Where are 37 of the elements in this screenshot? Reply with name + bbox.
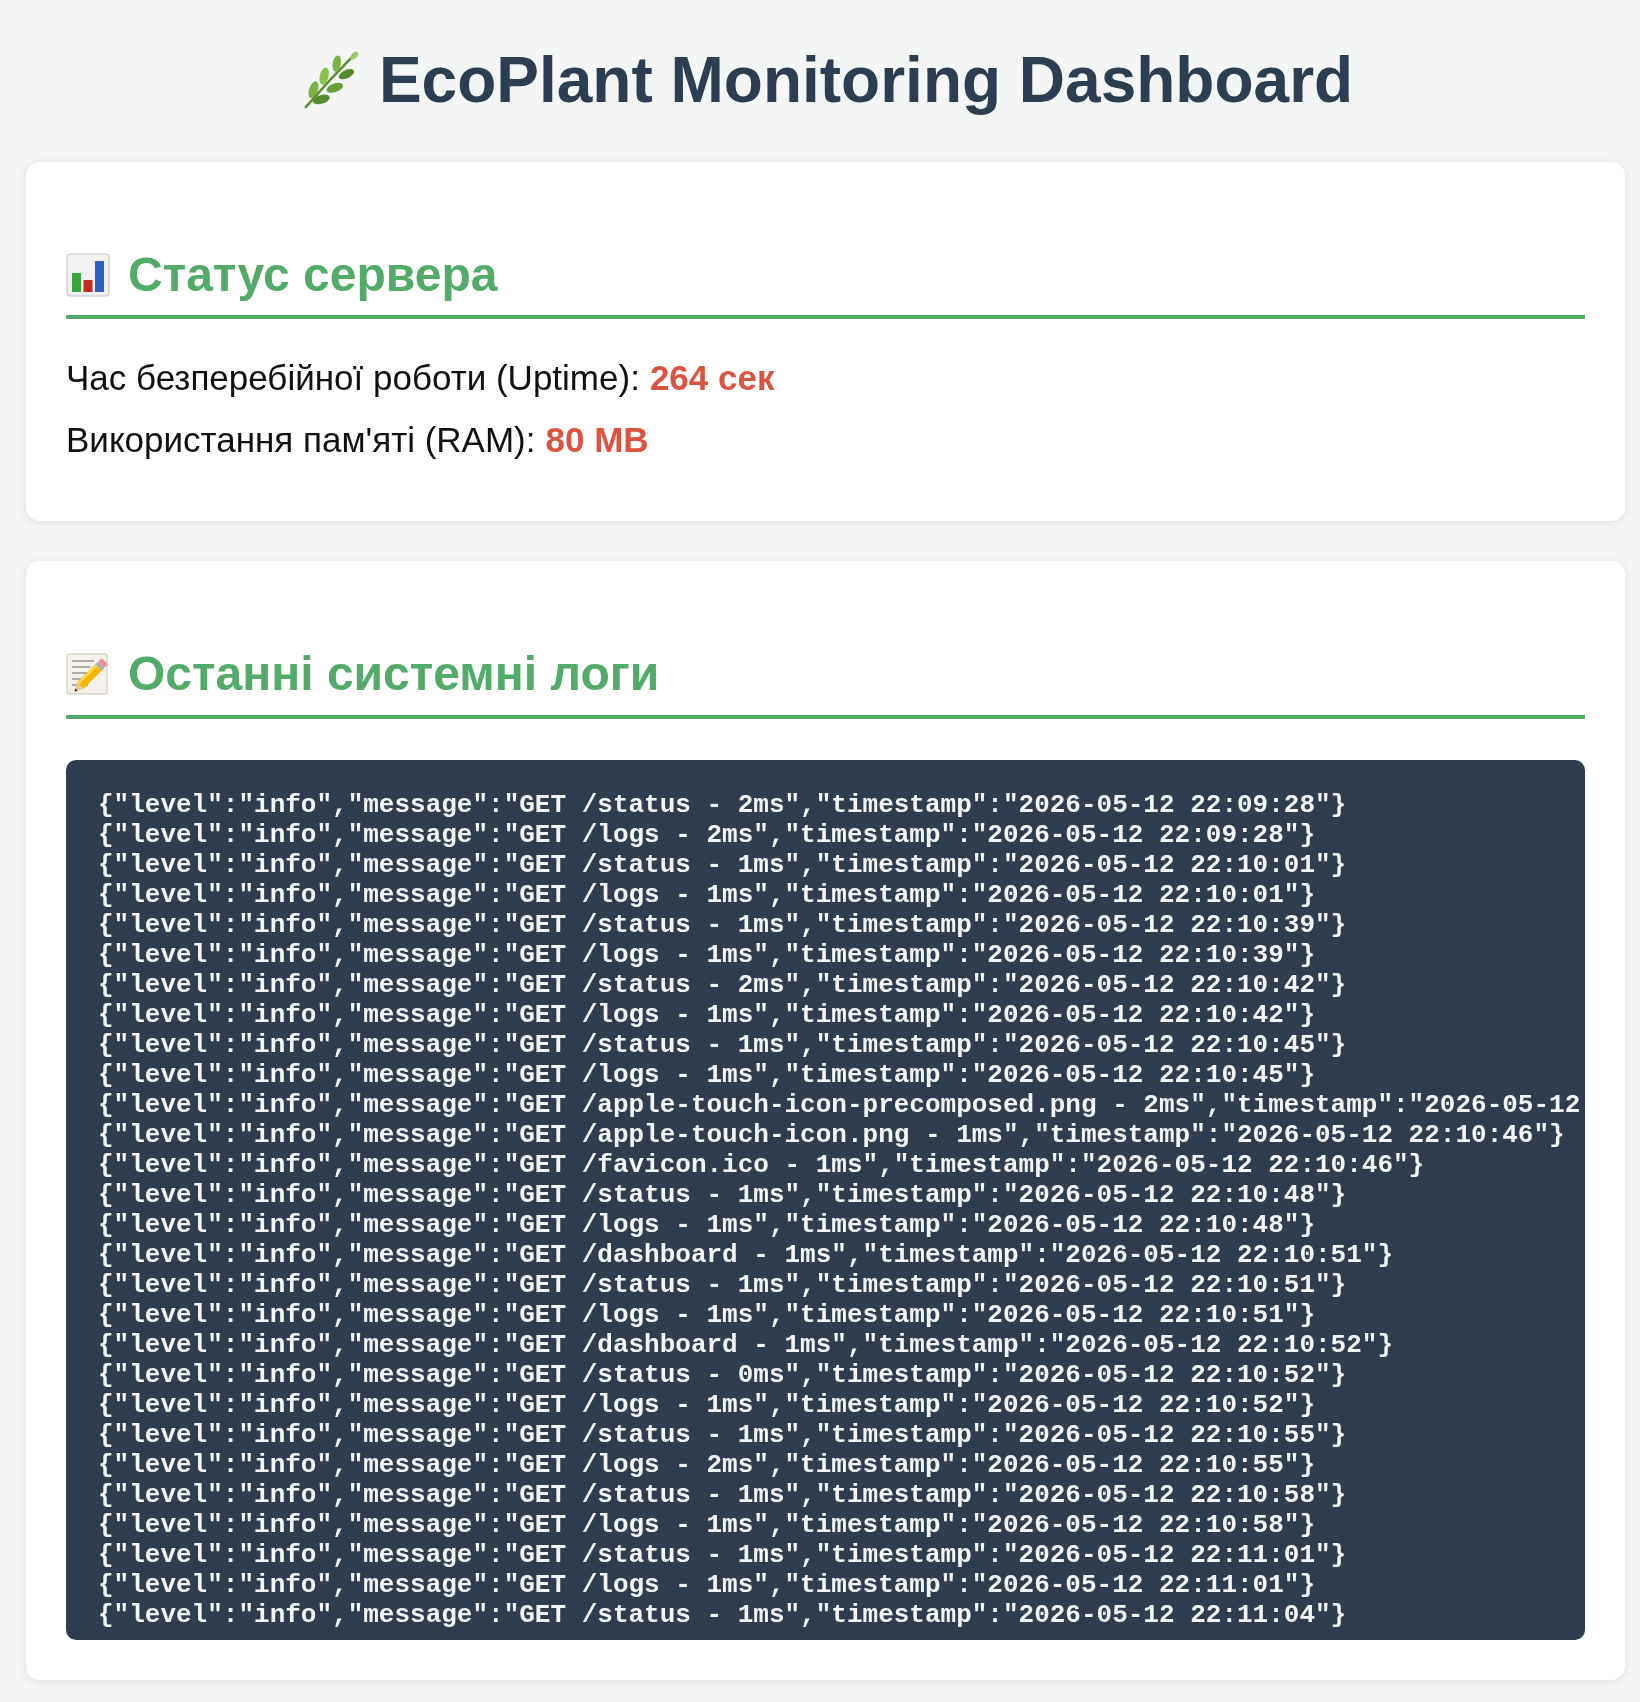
log-line: {"level":"info","message":"GET /status - 1ms","timestamp":"2026-05-12 22:11:04"} — [98, 1600, 1347, 1630]
metric-value: 264 сек — [649, 357, 775, 400]
log-line: {"level":"info","message":"GET /logs - 1ms","timestamp":"2026-05-12 22:10:01"} — [98, 880, 1315, 910]
log-line: {"level":"info","message":"GET /favicon.ico - 1ms","timestamp":"2026-05-12 22:10:46"} — [98, 1150, 1425, 1180]
log-line: {"level":"info","message":"GET /apple-touch-icon.png - 1ms","timestamp":"2026-05-12 22:10:46"} — [98, 1120, 1565, 1150]
log-line: {"level":"info","message":"GET /status - 1ms","timestamp":"2026-05-12 22:10:39"} — [98, 910, 1347, 940]
section-heading: Останні системні логи — [128, 646, 660, 703]
log-line: {"level":"info","message":"GET /logs - 1ms","timestamp":"2026-05-12 22:11:01"} — [98, 1570, 1315, 1600]
log-line: {"level":"info","message":"GET /status - 2ms","timestamp":"2026-05-12 22:09:28"} — [98, 790, 1347, 820]
log-line: {"level":"info","message":"GET /dashboard - 1ms","timestamp":"2026-05-12 22:10:51"} — [98, 1240, 1393, 1270]
log-line: {"level":"info","message":"GET /dashboard - 1ms","timestamp":"2026-05-12 22:10:52"} — [98, 1330, 1393, 1360]
log-line: {"level":"info","message":"GET /logs - 2ms","timestamp":"2026-05-12 22:09:28"} — [98, 820, 1315, 850]
log-line: {"level":"info","message":"GET /logs - 1ms","timestamp":"2026-05-12 22:10:52"} — [98, 1390, 1315, 1420]
log-line: {"level":"info","message":"GET /logs - 1ms","timestamp":"2026-05-12 22:10:39"} — [98, 940, 1315, 970]
metric-label: Час безперебійної роботи (Uptime): — [66, 357, 640, 400]
log-line: {"level":"info","message":"GET /logs - 1ms","timestamp":"2026-05-12 22:10:58"} — [98, 1510, 1315, 1540]
metric-label: Використання пам'яті (RAM): — [66, 419, 536, 462]
memo-pencil-icon — [66, 652, 110, 697]
log-line: {"level":"info","message":"GET /status - 2ms","timestamp":"2026-05-12 22:10:42"} — [98, 970, 1347, 1000]
log-line: {"level":"info","message":"GET /status - 1ms","timestamp":"2026-05-12 22:10:58"} — [98, 1480, 1347, 1510]
log-line: {"level":"info","message":"GET /status - 1ms","timestamp":"2026-05-12 22:10:45"} — [98, 1030, 1347, 1060]
log-line: {"level":"info","message":"GET /status - 1ms","timestamp":"2026-05-12 22:10:51"} — [98, 1270, 1347, 1300]
log-line: {"level":"info","message":"GET /apple-touch-icon-precomposed.png - 2ms","timestamp":"2026-05-12 — [98, 1090, 1581, 1120]
log-line: {"level":"info","message":"GET /status - 1ms","timestamp":"2026-05-12 22:11:01"} — [98, 1540, 1347, 1570]
section-heading: Статус сервера — [128, 246, 498, 303]
log-line: {"level":"info","message":"GET /logs - 1ms","timestamp":"2026-05-12 22:10:45"} — [98, 1060, 1315, 1090]
log-line: {"level":"info","message":"GET /logs - 1ms","timestamp":"2026-05-12 22:10:42"} — [98, 1000, 1315, 1030]
log-line: {"level":"info","message":"GET /status - 1ms","timestamp":"2026-05-12 22:10:01"} — [98, 850, 1347, 880]
log-line: {"level":"info","message":"GET /status - 1ms","timestamp":"2026-05-12 22:10:55"} — [98, 1420, 1347, 1450]
log-line: {"level":"info","message":"GET /logs - 1ms","timestamp":"2026-05-12 22:10:51"} — [98, 1300, 1315, 1330]
log-line: {"level":"info","message":"GET /status - 1ms","timestamp":"2026-05-12 22:10:48"} — [98, 1180, 1347, 1210]
metric-value: 80 MB — [545, 419, 649, 462]
log-line: {"level":"info","message":"GET /logs - 2ms","timestamp":"2026-05-12 22:10:55"} — [98, 1450, 1315, 1480]
page-title: EcoPlant Monitoring Dashboard — [378, 43, 1354, 118]
log-line: {"level":"info","message":"GET /logs - 1ms","timestamp":"2026-05-12 22:10:48"} — [98, 1210, 1315, 1240]
log-line: {"level":"info","message":"GET /status - 0ms","timestamp":"2026-05-12 22:10:52"} — [98, 1360, 1347, 1390]
bar-chart-icon — [66, 252, 110, 297]
